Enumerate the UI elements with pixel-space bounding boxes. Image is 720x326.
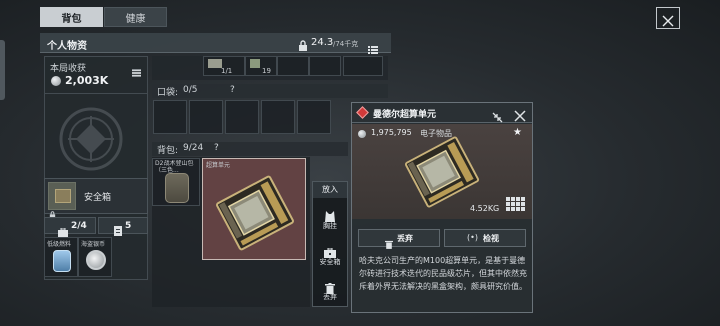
- backpack-item-supercomputer[interactable]: 超算单元: [202, 158, 306, 260]
- counter-briefcase[interactable]: 2/4: [44, 217, 96, 237]
- slot-count: 1/1: [221, 67, 233, 75]
- personal-header: 个人物资 24.3 /74千克: [40, 33, 391, 56]
- slot-count: 19: [262, 67, 271, 75]
- item-detail-panel: 曼德尔超算单元 1,975,795 电子物品 ★ 4.52KG 丢弃 (•) 检…: [351, 102, 533, 313]
- pocket-slot-4[interactable]: [261, 100, 295, 134]
- fuel-canister-icon: [53, 250, 71, 272]
- loot-item-coin[interactable]: 海盗银币: [78, 237, 112, 277]
- backpack-header: 背包: 9/24 ?: [152, 142, 348, 156]
- detail-inspect-button[interactable]: (•) 检视: [444, 229, 526, 247]
- earnings-value: 2,003K: [65, 74, 109, 87]
- detail-discard-button[interactable]: 丢弃: [358, 229, 440, 249]
- safebox-slot[interactable]: 安全箱: [44, 178, 148, 219]
- detail-image-area: 1,975,795 电子物品 ★ 4.52KG: [352, 124, 532, 219]
- favorite-star-icon[interactable]: ★: [513, 127, 522, 138]
- pocket-slot-3[interactable]: [225, 100, 259, 134]
- faction-emblem-icon: [58, 106, 124, 176]
- earnings-list-icon[interactable]: [132, 62, 141, 81]
- loot-item-name: 海盗银币: [81, 241, 106, 248]
- discard-trash-icon: [385, 234, 393, 253]
- pocket-slot-1[interactable]: [153, 100, 187, 134]
- personal-title: 个人物资: [47, 41, 87, 52]
- backpack-value: 9/24: [183, 143, 204, 153]
- backpack-item-bag[interactable]: D2战术登山包（三色...: [152, 158, 200, 206]
- backpack-help-icon[interactable]: ?: [214, 143, 219, 153]
- action-safebox-button[interactable]: 安全箱: [313, 240, 347, 272]
- backpack-label: 背包:: [157, 146, 179, 156]
- detail-description: 哈夫克公司生产的M100超算单元，是基于曼德尔砖进行技术迭代的民品级芯片，但其中…: [359, 256, 527, 291]
- action-label: 安全箱: [319, 258, 341, 266]
- weight-value: 24.3: [311, 37, 334, 48]
- detail-title: 曼德尔超算单元: [373, 110, 437, 120]
- action-menu: 放入 胸挂 安全箱 丢弃: [312, 181, 348, 307]
- pocket-help-icon[interactable]: ?: [230, 85, 235, 95]
- action-vest-button[interactable]: 胸挂: [313, 204, 347, 236]
- equipment-slot-2[interactable]: 19: [245, 56, 277, 76]
- inspect-icon: (•): [467, 233, 478, 242]
- tab-health[interactable]: 健康: [104, 7, 167, 27]
- close-button[interactable]: [656, 7, 680, 29]
- document-icon: [114, 221, 122, 240]
- inspect-label: 检视: [483, 234, 499, 243]
- rarity-diamond-icon: [356, 106, 369, 119]
- action-label: 胸挂: [323, 222, 337, 230]
- equipment-slot-3[interactable]: [277, 56, 309, 76]
- pocket-slot-5[interactable]: [297, 100, 331, 134]
- tab-backpack[interactable]: 背包: [40, 7, 103, 27]
- loot-item-name: 低级燃料: [47, 241, 72, 248]
- supercomputer-chip-icon: [216, 175, 294, 251]
- equipment-slot-4[interactable]: [309, 56, 341, 76]
- earnings-label: 本局收获: [50, 64, 87, 74]
- action-label: 丢弃: [323, 293, 337, 301]
- tactical-bag-icon: [165, 173, 189, 203]
- discard-label: 丢弃: [397, 234, 413, 243]
- equipment-slot-5[interactable]: [343, 56, 383, 76]
- loot-item-fuel[interactable]: 低级燃料: [44, 237, 78, 277]
- briefcase-count: 2/4: [71, 221, 87, 231]
- pocket-header: 口袋: 0/5 ?: [152, 84, 388, 98]
- side-handle[interactable]: [0, 40, 5, 100]
- lock-icon: [298, 37, 308, 56]
- detail-chip-icon: [404, 136, 480, 208]
- silver-coin-icon: [86, 250, 106, 270]
- grid-size-icon: [506, 197, 526, 217]
- backpack-item-name: D2战术登山包（三色...: [155, 160, 194, 174]
- pocket-label: 口袋:: [157, 88, 179, 98]
- safebox-label: 安全箱: [84, 193, 112, 203]
- weight-capacity: /74千克: [333, 40, 359, 48]
- coin-icon: [51, 76, 61, 86]
- action-discard-button[interactable]: 丢弃: [313, 276, 347, 306]
- pocket-slot-2[interactable]: [189, 100, 223, 134]
- pocket-value: 0/5: [183, 85, 198, 95]
- close-icon: [662, 12, 674, 31]
- counter-document[interactable]: 5: [98, 217, 148, 236]
- equipment-slot-1[interactable]: 1/1: [203, 56, 245, 76]
- detail-title-bar: 曼德尔超算单元: [352, 103, 532, 123]
- document-count: 5: [125, 221, 132, 231]
- action-menu-header: 放入: [313, 182, 347, 198]
- backpack-item-name: 超算单元: [206, 162, 231, 169]
- earnings-panel: 本局收获 2,003K: [44, 56, 148, 94]
- price-coin-icon: [358, 130, 366, 138]
- detail-weight: 4.52KG: [470, 204, 500, 213]
